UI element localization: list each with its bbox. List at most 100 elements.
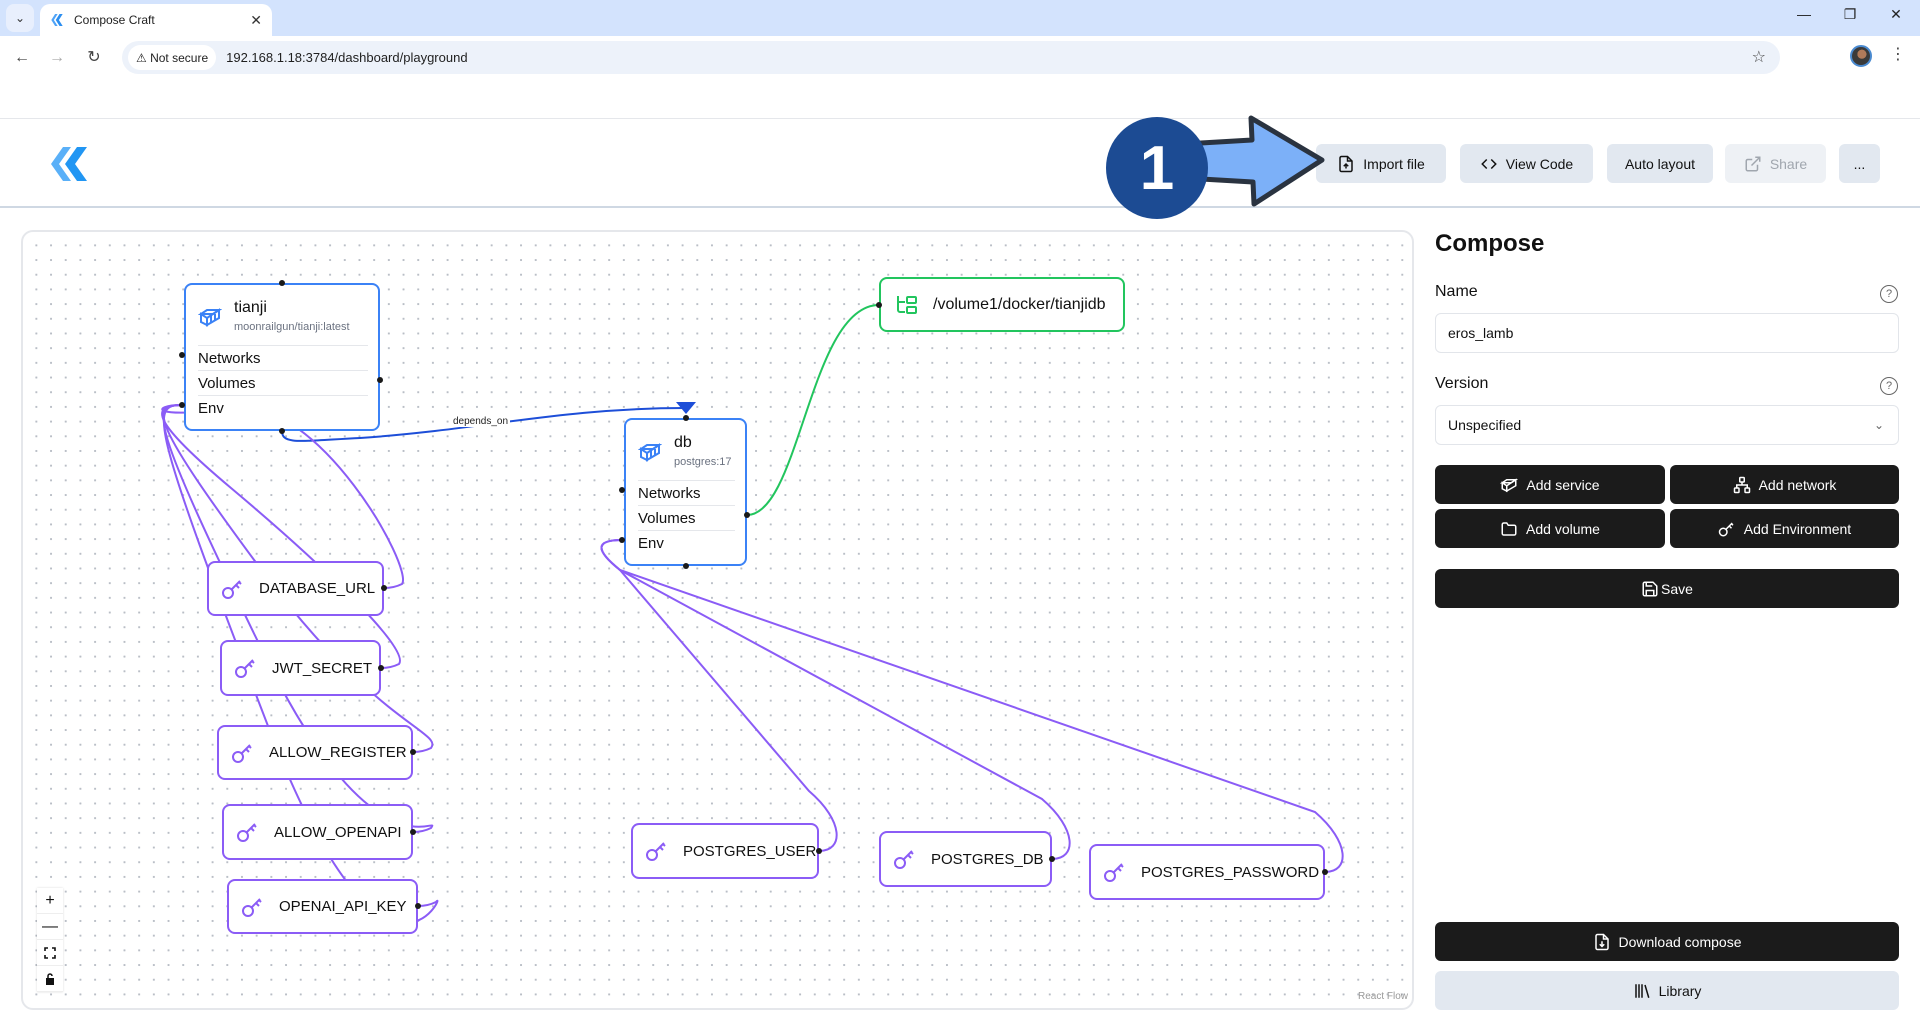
restore-icon[interactable]: ❐ [1830, 6, 1870, 23]
env-var-name: POSTGRES_USER [683, 842, 817, 860]
zoom-in-button[interactable]: + [37, 888, 63, 914]
connection-handle[interactable] [179, 402, 185, 408]
connection-handle[interactable] [279, 280, 285, 286]
connection-handle[interactable] [683, 415, 689, 421]
service-image: postgres:17 [674, 456, 732, 468]
external-link-icon [1745, 156, 1761, 171]
connection-handle[interactable] [279, 428, 285, 434]
connection-handle[interactable] [377, 377, 383, 383]
section-env[interactable]: Env [638, 530, 735, 555]
env-var-node[interactable]: DATABASE_URL [207, 561, 384, 616]
section-networks[interactable]: Networks [638, 480, 735, 505]
download-compose-label: Download compose [1618, 933, 1742, 950]
fit-view-button[interactable] [37, 940, 63, 966]
view-code-button[interactable]: View Code [1460, 144, 1593, 183]
lock-button[interactable] [37, 966, 63, 992]
url-text[interactable]: 192.168.1.18:3784/dashboard/playground [226, 50, 467, 65]
service-node-db[interactable]: db postgres:17 Networks Volumes Env [624, 418, 747, 566]
section-env[interactable]: Env [198, 395, 368, 420]
env-var-node[interactable]: ALLOW_REGISTER [217, 725, 413, 780]
connection-handle[interactable] [381, 585, 387, 591]
version-label: Version [1435, 375, 1489, 392]
import-file-button[interactable]: Import file [1316, 144, 1446, 183]
service-name: tianji [234, 299, 267, 316]
forward-icon[interactable]: → [45, 46, 69, 70]
zoom-out-button[interactable]: — [37, 914, 63, 940]
name-value: eros_lamb [1448, 325, 1514, 341]
connection-handle[interactable] [378, 665, 384, 671]
service-name: db [674, 434, 692, 451]
connection-handle[interactable] [415, 903, 421, 909]
connection-handle[interactable] [619, 487, 625, 493]
react-flow-attribution[interactable]: React Flow [1358, 991, 1408, 1002]
code-icon [1480, 158, 1497, 169]
connection-handle[interactable] [179, 352, 185, 358]
profile-avatar[interactable] [1850, 45, 1872, 67]
window-close-icon[interactable]: ✕ [1876, 6, 1916, 23]
chevron-down-icon: ⌄ [1873, 418, 1884, 432]
container-icon [198, 308, 222, 327]
add-service-label: Add service [1526, 476, 1600, 493]
env-var-node[interactable]: POSTGRES_USER [631, 823, 819, 879]
add-network-button[interactable]: Add network [1670, 465, 1899, 504]
connection-handle[interactable] [744, 512, 750, 518]
env-var-node[interactable]: ALLOW_OPENAPI [222, 804, 413, 860]
more-options-button[interactable]: ... [1839, 144, 1880, 183]
section-volumes[interactable]: Volumes [198, 370, 368, 395]
save-label: Save [1661, 580, 1693, 597]
connection-handle[interactable] [1049, 856, 1055, 862]
connection-handle[interactable] [619, 537, 625, 543]
env-var-name: POSTGRES_DB [931, 850, 1044, 868]
library-label: Library [1658, 982, 1702, 999]
browser-menu-icon[interactable]: ⋮ [1890, 44, 1906, 64]
bookmark-star-icon[interactable]: ☆ [1752, 47, 1766, 67]
back-icon[interactable]: ← [10, 46, 34, 70]
save-button[interactable]: Save [1435, 569, 1899, 608]
share-label: Share [1769, 155, 1808, 172]
section-networks[interactable]: Networks [198, 345, 368, 370]
minimize-icon[interactable]: — [1784, 6, 1824, 22]
add-volume-button[interactable]: Add volume [1435, 509, 1665, 548]
section-volumes[interactable]: Volumes [638, 505, 735, 530]
connection-handle[interactable] [683, 563, 689, 569]
name-help-icon[interactable]: ? [1880, 285, 1898, 303]
network-icon [1733, 476, 1750, 493]
container-icon [638, 443, 662, 462]
key-icon [1104, 863, 1124, 882]
env-var-node[interactable]: POSTGRES_DB [879, 831, 1052, 887]
connection-handle[interactable] [410, 749, 416, 755]
env-var-name: JWT_SECRET [272, 659, 373, 677]
close-tab-icon[interactable]: ✕ [250, 12, 262, 29]
view-code-label: View Code [1505, 155, 1574, 172]
key-icon [646, 842, 666, 861]
library-button[interactable]: Library [1435, 971, 1899, 1010]
compose-craft-logo[interactable] [49, 145, 89, 183]
file-download-icon [1594, 933, 1609, 950]
key-icon [235, 659, 255, 678]
env-var-node[interactable]: POSTGRES_PASSWORD [1089, 844, 1325, 900]
browser-tab[interactable]: Compose Craft ✕ [40, 4, 272, 36]
add-environment-button[interactable]: Add Environment [1670, 509, 1899, 548]
connection-handle[interactable] [1322, 869, 1328, 875]
volume-node[interactable]: /volume1/docker/tianjidb [879, 277, 1125, 332]
name-input[interactable]: eros_lamb [1435, 313, 1899, 353]
env-var-node[interactable]: OPENAI_API_KEY [227, 879, 418, 934]
version-help-icon[interactable]: ? [1880, 377, 1898, 395]
tab-search-button[interactable]: ⌄ [6, 4, 34, 32]
auto-layout-button[interactable]: Auto layout [1607, 144, 1713, 183]
version-select[interactable]: Unspecified ⌄ [1435, 405, 1899, 445]
app-header: Import file View Code Auto layout Share … [0, 118, 1920, 208]
env-var-node[interactable]: JWT_SECRET [220, 640, 381, 696]
connection-handle[interactable] [876, 302, 882, 308]
download-compose-button[interactable]: Download compose [1435, 922, 1899, 961]
connection-handle[interactable] [816, 848, 822, 854]
folder-icon [1501, 521, 1517, 536]
service-node-tianji[interactable]: tianji moonrailgun/tianji:latest Network… [184, 283, 380, 431]
add-service-button[interactable]: Add service [1435, 465, 1665, 504]
tab-title: Compose Craft [74, 13, 155, 27]
security-chip[interactable]: ⚠ Not secure [128, 45, 217, 70]
connection-handle[interactable] [410, 829, 416, 835]
address-bar[interactable]: ⚠ Not secure 192.168.1.18:3784/dashboard… [122, 41, 1780, 74]
share-button[interactable]: Share [1725, 144, 1826, 183]
reload-icon[interactable]: ↻ [82, 46, 106, 70]
